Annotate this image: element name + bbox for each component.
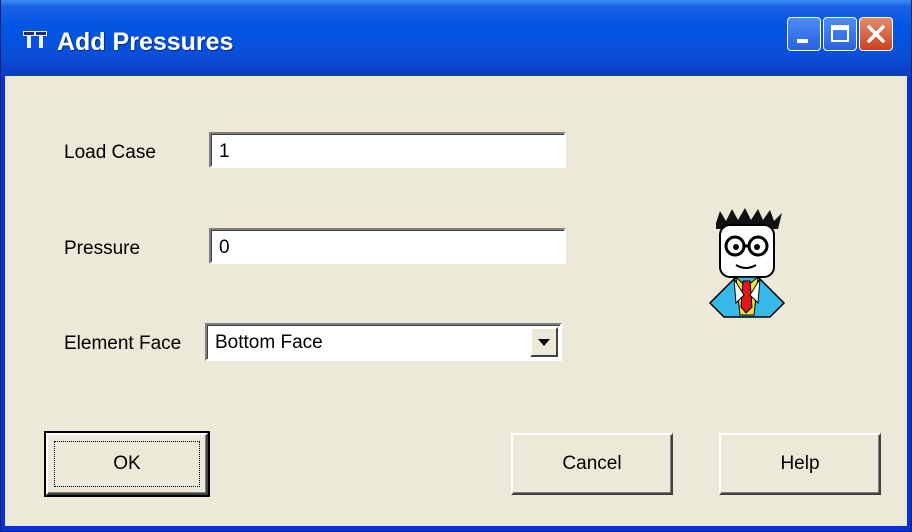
- ok-button[interactable]: OK: [44, 431, 210, 497]
- maximize-button[interactable]: [823, 17, 857, 51]
- pressure-label: Pressure: [64, 238, 141, 259]
- minimize-icon: [797, 39, 808, 43]
- help-button[interactable]: Help: [719, 433, 881, 495]
- maximize-icon: [831, 25, 849, 42]
- window-title: Add Pressures: [57, 28, 234, 56]
- cancel-button[interactable]: Cancel: [511, 433, 673, 495]
- load-case-label: Load Case: [64, 142, 156, 163]
- element-face-label: Element Face: [64, 333, 182, 354]
- element-face-select[interactable]: Bottom Face: [205, 323, 562, 361]
- focus-rectangle: [54, 441, 200, 487]
- close-button[interactable]: [859, 17, 893, 51]
- element-face-selected: Bottom Face: [215, 332, 323, 353]
- load-case-input[interactable]: 1: [209, 132, 566, 168]
- cancel-button-label: Cancel: [562, 453, 622, 474]
- mascot-character-image: [708, 208, 786, 318]
- chevron-down-icon: [538, 339, 550, 346]
- pressure-input[interactable]: 0: [209, 228, 566, 264]
- dropdown-button[interactable]: [530, 327, 558, 357]
- minimize-button[interactable]: [787, 17, 821, 51]
- app-icon: [23, 31, 47, 48]
- title-bar[interactable]: Add Pressures: [1, 0, 911, 76]
- close-icon: [867, 25, 885, 43]
- add-pressures-dialog: Add Pressures Load Case 1 Pressure 0 Ele…: [0, 0, 912, 532]
- help-button-label: Help: [780, 453, 820, 474]
